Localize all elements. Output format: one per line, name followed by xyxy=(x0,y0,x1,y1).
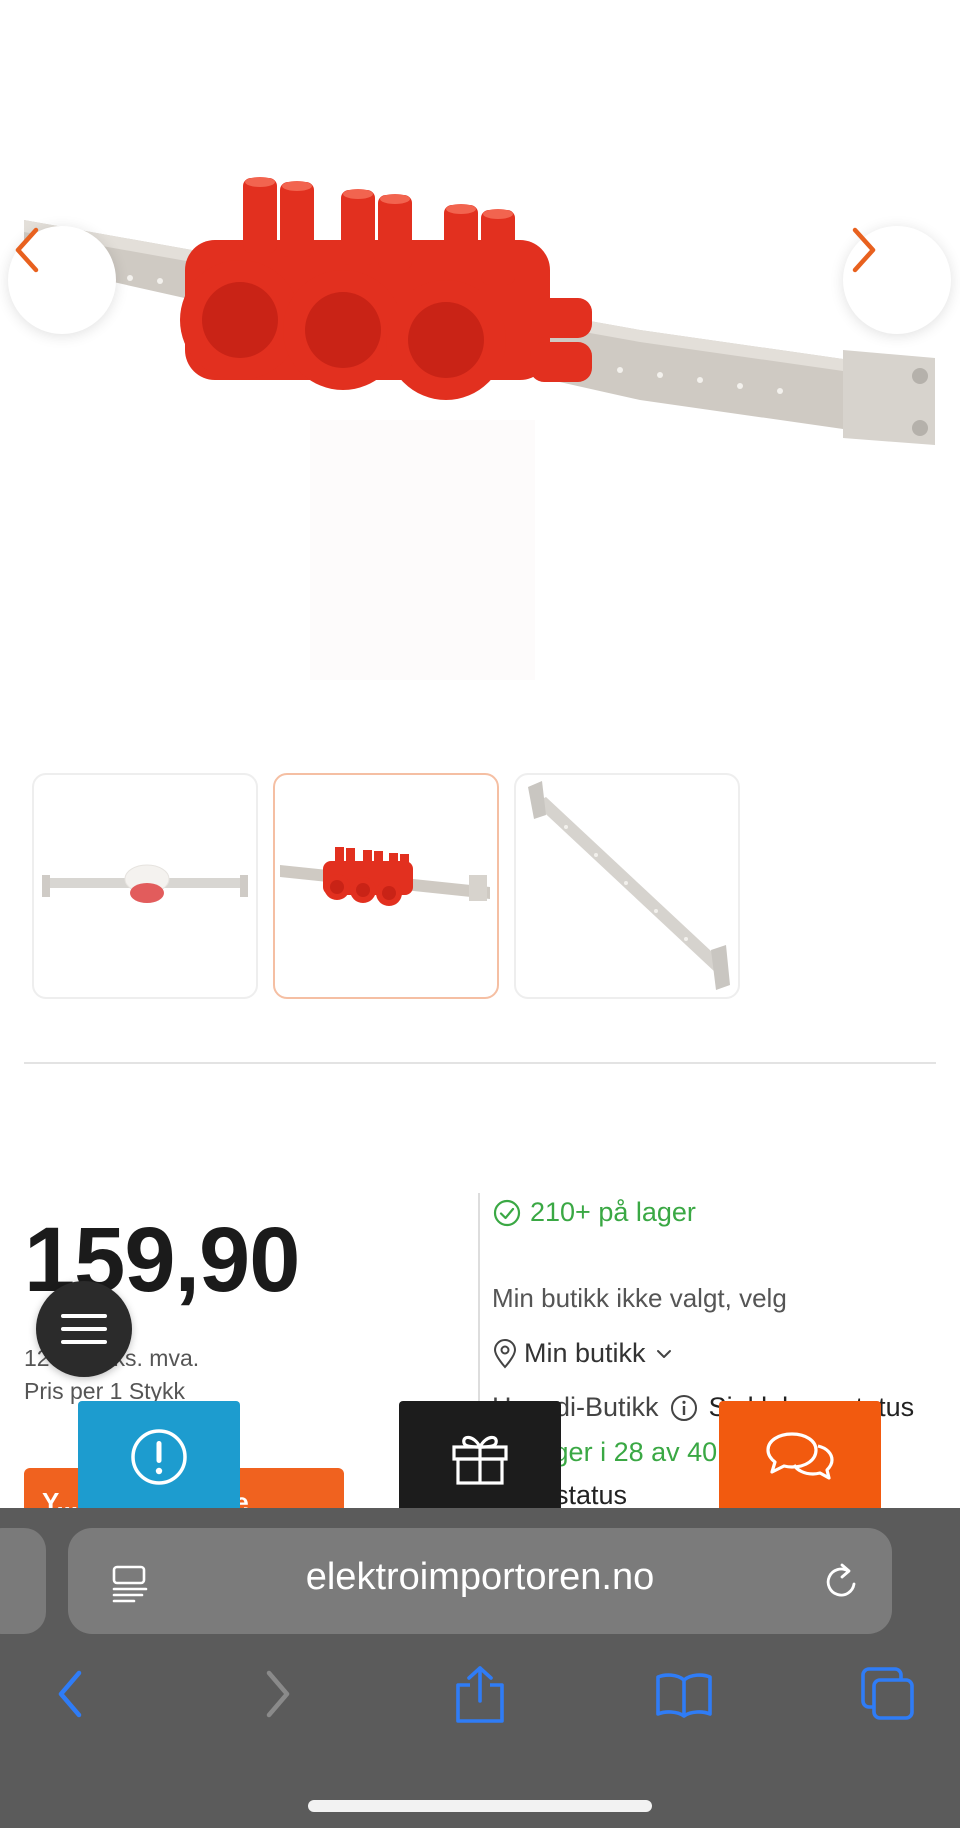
status-text: status xyxy=(555,1480,628,1510)
exclamation-circle-icon xyxy=(131,1429,187,1485)
product-image-gallery[interactable] xyxy=(0,0,960,720)
store-not-selected: Min butikk ikke valgt, velg xyxy=(492,1283,787,1313)
tabs-icon xyxy=(861,1667,914,1720)
thumbnail-image-bracket-box xyxy=(42,864,248,903)
reload-icon[interactable] xyxy=(820,1560,864,1604)
stock-status: 210+ på lager xyxy=(492,1197,696,1228)
url-text: elektroimportoren.no xyxy=(305,1556,655,1598)
thumbnail-image-rail xyxy=(528,781,730,990)
back-button[interactable] xyxy=(40,1664,100,1724)
share-icon xyxy=(456,1666,504,1723)
bookmarks-button[interactable] xyxy=(654,1664,714,1724)
gift-button[interactable] xyxy=(399,1401,561,1513)
gift-icon xyxy=(452,1435,508,1485)
bookmarks-icon xyxy=(656,1673,712,1718)
thumbnail-3[interactable] xyxy=(514,773,740,999)
previous-tab-peek[interactable] xyxy=(0,1528,46,1634)
chat-button[interactable] xyxy=(719,1401,881,1513)
thumbnail-image-rail-boxes xyxy=(280,847,490,906)
forward-button[interactable] xyxy=(248,1664,308,1724)
hamburger-icon xyxy=(61,1314,107,1344)
tabs-button[interactable] xyxy=(858,1664,918,1724)
menu-button[interactable] xyxy=(36,1281,132,1377)
thumbnail-1[interactable] xyxy=(32,773,258,999)
alert-button[interactable] xyxy=(78,1401,240,1513)
home-indicator xyxy=(308,1800,652,1812)
stock-count: 210+ på lager xyxy=(530,1197,696,1227)
product-main-image xyxy=(24,177,935,680)
back-icon xyxy=(58,1670,82,1718)
chevron-left-icon xyxy=(15,227,39,273)
address-bar[interactable]: elektroimportoren.no xyxy=(68,1528,892,1634)
check-circle-icon xyxy=(493,1199,521,1226)
chevron-right-icon xyxy=(852,227,876,273)
chevron-down-icon xyxy=(656,1349,671,1358)
forward-icon xyxy=(266,1670,290,1718)
thumbnail-2[interactable] xyxy=(273,773,499,999)
my-store-selector[interactable]: Min butikk xyxy=(492,1338,676,1369)
thumbnail-strip xyxy=(22,765,762,1015)
section-divider xyxy=(24,1062,936,1064)
next-image-button[interactable] xyxy=(843,226,951,334)
chat-bubbles-icon xyxy=(766,1432,834,1480)
info-icon[interactable] xyxy=(669,1393,699,1423)
my-store-label: Min butikk xyxy=(524,1338,646,1368)
share-button[interactable] xyxy=(450,1664,510,1724)
location-pin-icon xyxy=(493,1338,517,1368)
previous-image-button[interactable] xyxy=(8,226,116,334)
